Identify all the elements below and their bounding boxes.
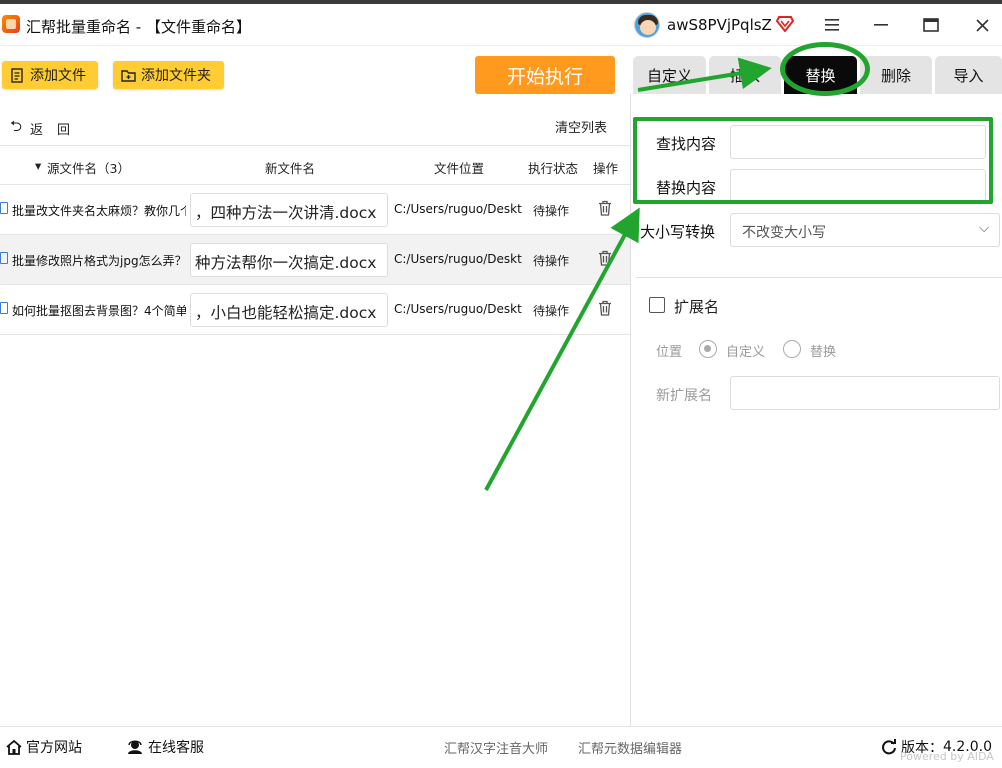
case-select-value: 不改变大小写 [742,225,826,241]
doc-file-icon [0,252,8,264]
window-title: 汇帮批量重命名 - 【文件重命名】 [26,18,251,36]
add-folder-label: 添加文件夹 [141,68,211,84]
radio-custom-label[interactable]: 自定义 [726,341,765,360]
back-label-2: 回 [57,123,71,138]
annotation-highlight-ellipse [780,42,870,96]
start-run-button[interactable]: 开始执行 [475,56,615,94]
sort-caret-icon[interactable]: ▾ [35,158,41,173]
maximize-icon[interactable] [914,10,948,40]
add-file-icon [11,67,23,83]
header-newname: 新文件名 [265,161,316,176]
doc-file-icon [0,202,8,214]
tab-delete[interactable]: 删除 [860,56,932,94]
status-text: 待操作 [533,204,570,218]
new-name-text: ，小白也能轻松搞定.docx [195,304,377,322]
position-label: 位置 [656,345,683,360]
table-row[interactable]: 如何批量抠图去背景图？4个简单 ，小白也能轻松搞定.docx C:/Users/… [0,285,630,335]
table-row[interactable]: 批量改文件夹名太麻烦？教你几个 ，四种方法一次讲清.docx C:/Users/… [0,185,630,235]
online-support-link[interactable]: 在线客服 [126,737,204,757]
add-folder-icon [121,69,136,82]
header-source[interactable]: 源文件名（3） [47,158,130,177]
title-bar: 汇帮批量重命名 - 【文件重命名】 awS8PVjPqlsZ [0,4,1002,46]
radio-replace[interactable] [783,340,801,358]
home-icon [6,739,22,755]
refresh-icon[interactable] [881,739,897,755]
new-name-field[interactable]: ，小白也能轻松搞定.docx [190,293,388,327]
case-label: 大小写转换 [640,223,716,241]
delete-trash-icon[interactable] [598,300,612,316]
new-name-field[interactable]: 种方法帮你一次搞定.docx [190,243,388,277]
extension-label[interactable]: 扩展名 [674,296,719,317]
radio-replace-label[interactable]: 替换 [810,341,836,360]
annotation-highlight-box [633,117,993,204]
new-extension-input[interactable] [730,376,1000,410]
tab-custom[interactable]: 自定义 [633,56,706,94]
footer-bar: 官方网站 在线客服 汇帮汉字注音大师 汇帮元数据编辑器 版本： 4.2.0.0 [0,726,1002,768]
username[interactable]: awS8PVjPqlsZ [667,16,772,34]
source-name: 如何批量抠图去背景图？4个简单 [12,304,186,318]
table-header: ▾ 源文件名（3） 新文件名 文件位置 执行状态 操作 [0,145,630,185]
source-name: 批量改文件夹名太麻烦？教你几个 [12,204,186,218]
radio-custom[interactable] [699,340,717,358]
back-button[interactable]: ⮌ 返 回 [10,116,70,141]
header-status: 执行状态 [528,161,579,176]
official-website-label: 官方网站 [26,740,82,756]
pinyin-tool-link[interactable]: 汇帮汉字注音大师 [444,738,548,757]
add-file-label: 添加文件 [30,68,86,84]
back-label: 返 [30,123,44,138]
extension-checkbox[interactable] [649,297,665,313]
header-location: 文件位置 [434,161,485,176]
minimize-icon[interactable] [864,10,898,40]
section-divider [636,277,1002,278]
clear-list-button[interactable]: 清空列表 [555,117,607,136]
tab-import[interactable]: 导入 [935,56,1002,94]
add-file-button[interactable]: 添加文件 [2,61,98,89]
vip-diamond-icon[interactable] [776,16,794,32]
table-row[interactable]: 批量修改照片格式为jpg怎么弄？ 种方法帮你一次搞定.docx C:/Users… [0,235,630,285]
powered-by-text: Powered by AIDA [900,750,994,763]
doc-file-icon [0,302,8,314]
source-name: 批量修改照片格式为jpg怎么弄？ [12,254,186,268]
file-path: C:/Users/ruguo/Desktop [394,252,522,266]
delete-trash-icon[interactable] [598,200,612,216]
menu-icon[interactable] [815,10,849,40]
header-action: 操作 [593,161,619,176]
delete-trash-icon[interactable] [598,250,612,266]
official-website-link[interactable]: 官方网站 [6,737,82,757]
metadata-tool-link[interactable]: 汇帮元数据编辑器 [578,738,682,757]
status-text: 待操作 [533,304,570,318]
new-name-text: ，四种方法一次讲清.docx [195,204,377,222]
file-path: C:/Users/ruguo/Desktop [394,302,522,316]
chevron-down-icon: ⌵ [979,221,989,236]
tab-insert[interactable]: 插入 [709,56,781,94]
new-name-text: 种方法帮你一次搞定.docx [195,254,377,272]
status-text: 待操作 [533,254,570,268]
file-path: C:/Users/ruguo/Desktop [394,202,522,216]
add-folder-button[interactable]: 添加文件夹 [113,61,224,89]
new-name-field[interactable]: ，四种方法一次讲清.docx [190,193,388,227]
panel-divider [630,94,631,726]
online-support-label: 在线客服 [148,740,204,756]
headset-icon [128,740,142,754]
user-avatar[interactable] [634,12,660,38]
app-logo-icon [2,15,20,33]
close-icon[interactable] [965,10,999,40]
case-select[interactable]: 不改变大小写 ⌵ [730,213,1000,247]
new-extension-label: 新扩展名 [656,388,712,404]
back-arrow-icon: ⮌ [10,117,23,135]
